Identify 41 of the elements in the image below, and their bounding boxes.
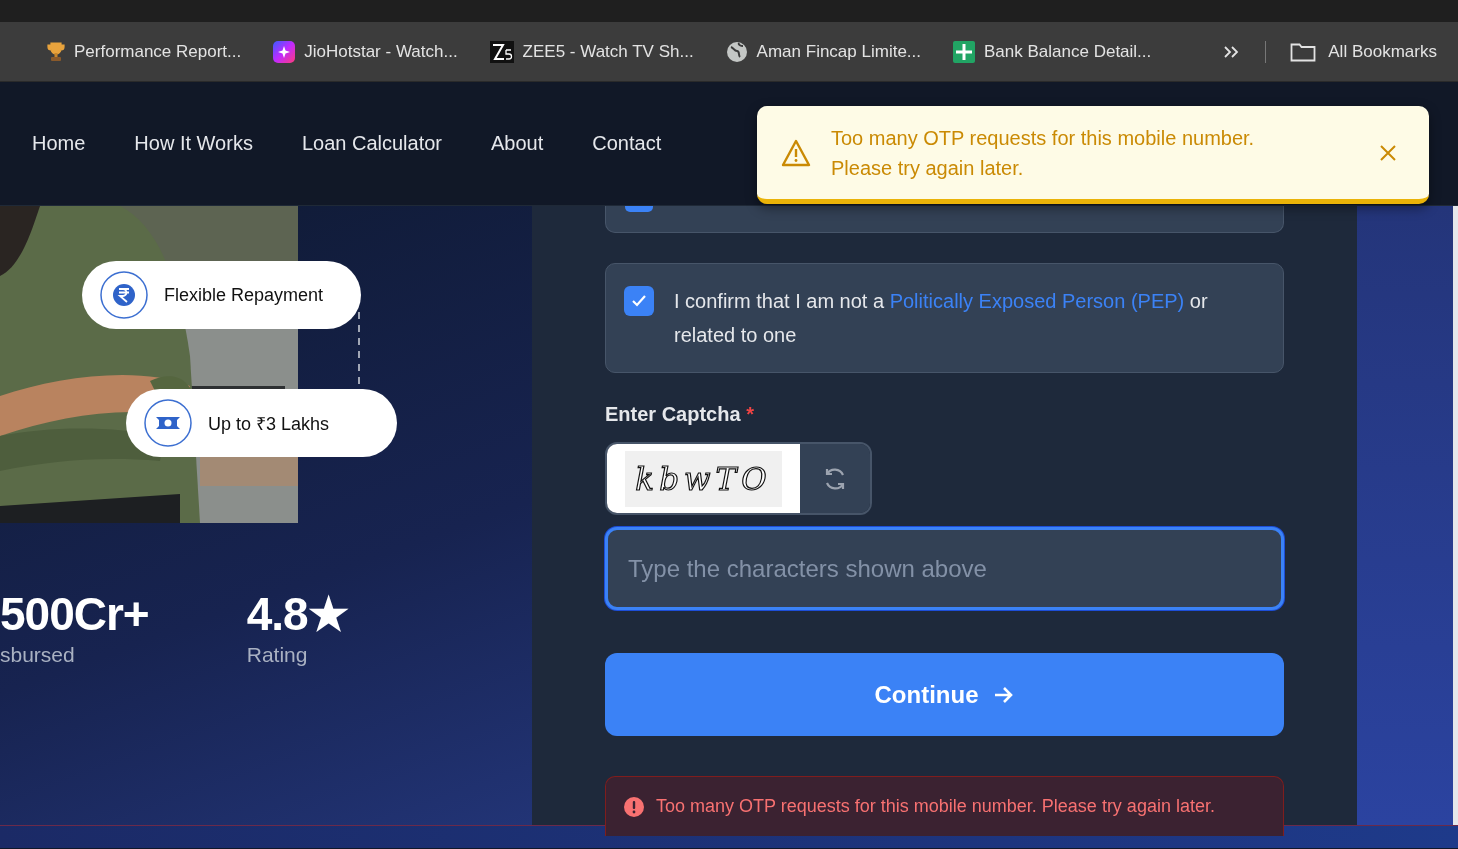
stat-value: 4.8★ — [246, 587, 348, 641]
error-text: Too many OTP requests for this mobile number. Please try again later. — [656, 796, 1215, 817]
captcha-input[interactable]: Type the characters shown above — [605, 527, 1284, 610]
captcha-image: kbwTO — [625, 450, 782, 507]
continue-button[interactable]: Continue — [605, 653, 1284, 736]
field-label: Enter Captcha * — [605, 403, 755, 426]
nav-link[interactable]: How It Works — [134, 132, 253, 155]
warning-icon — [781, 138, 811, 167]
folder-icon — [1290, 41, 1317, 62]
trophy-icon — [47, 41, 65, 62]
bookmark[interactable]: JioHotstar - Watch... — [271, 36, 460, 67]
stat-label: Rating — [246, 643, 309, 667]
feature-badge: Up to ₹3 Lakhs — [126, 389, 397, 457]
z-logo-icon — [489, 40, 514, 63]
checkbox[interactable] — [624, 286, 654, 316]
cash-icon — [144, 399, 192, 447]
feature-badge: Flexible Repayment — [82, 261, 361, 329]
checkbox[interactable] — [625, 206, 653, 212]
bookmark[interactable]: Performance Report... — [45, 37, 244, 66]
consent-text: I confirm that I am not a Politically Exposed Person (PEP) or related to one — [674, 289, 1209, 348]
nav-link[interactable]: About — [491, 132, 544, 155]
rupee-icon — [100, 271, 148, 319]
nav-link[interactable]: Home — [32, 132, 86, 155]
stat-value: 500Cr+ — [0, 587, 149, 641]
bookmark[interactable]: Aman Fincap Limite... — [723, 36, 923, 67]
chevrons-icon[interactable] — [1223, 44, 1240, 59]
all-bookmarks-button[interactable]: All Bookmarks — [1290, 41, 1437, 62]
globe-icon — [725, 40, 748, 63]
toast-message: Too many OTP requests for this mobile number. Please try again later. — [831, 125, 1256, 181]
alert-icon — [624, 796, 644, 817]
stat-label: sbursed — [0, 643, 76, 667]
arrow-icon — [994, 685, 1015, 704]
nav-link[interactable]: Loan Calculator — [301, 132, 442, 155]
checkmark-icon — [631, 294, 647, 308]
refresh-button[interactable] — [800, 444, 870, 513]
spreadsheet-icon — [953, 40, 975, 63]
sparkle-app-icon — [273, 40, 296, 63]
nav-link[interactable]: Contact — [592, 132, 662, 155]
close-icon — [1379, 143, 1397, 162]
bookmark[interactable]: ZEE5 - Watch TV Sh... — [487, 36, 696, 67]
bookmark[interactable]: Bank Balance Detail... — [951, 36, 1154, 67]
